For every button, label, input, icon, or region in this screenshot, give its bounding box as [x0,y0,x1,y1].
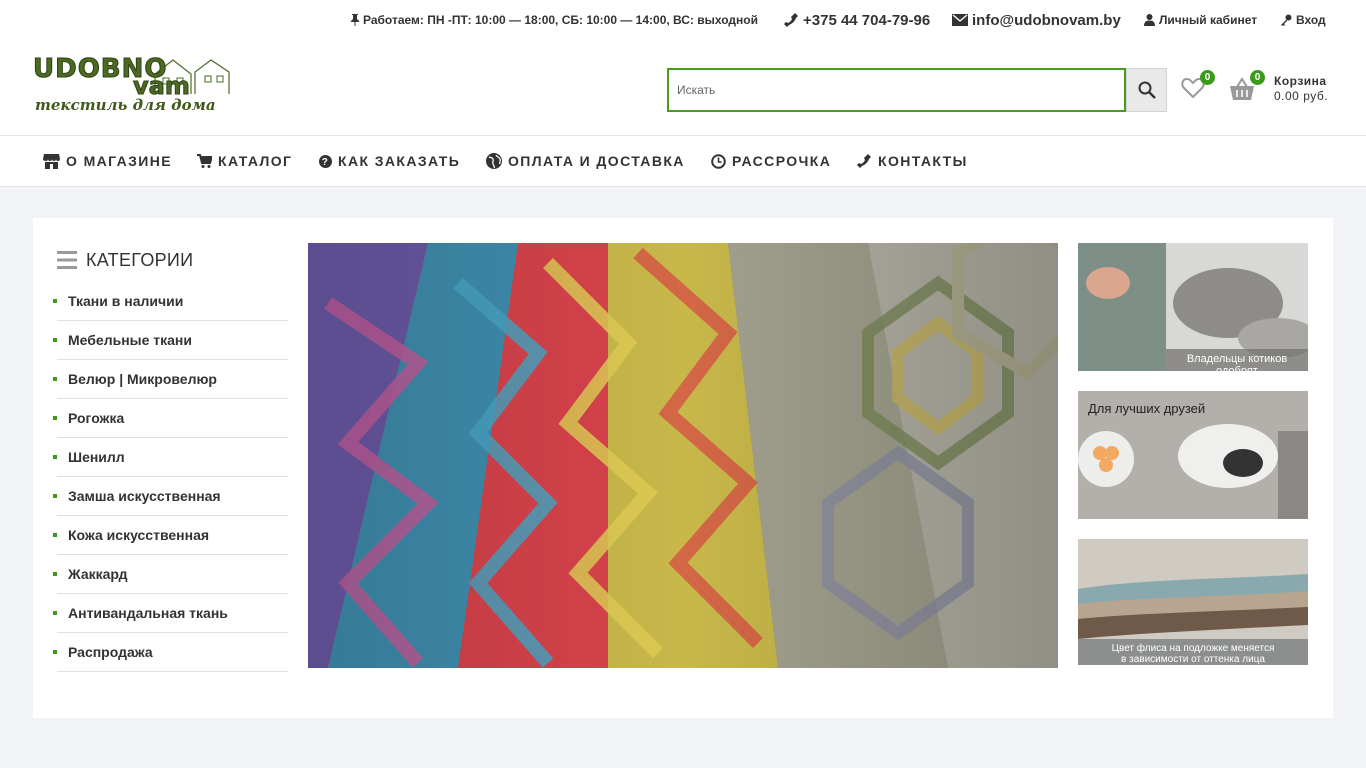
question-icon: ? [319,154,332,168]
bullet [53,533,57,537]
search-input[interactable] [667,68,1126,112]
categories-title: КАТЕГОРИИ [57,245,288,275]
side-banner-fleece[interactable]: Цвет флиса на подложке меняется в зависи… [1078,539,1308,665]
side-banner-caption: Цвет флиса на подложке меняется в зависи… [1111,643,1275,665]
user-icon [1144,14,1155,26]
bullet [53,338,57,342]
nav-payment-delivery[interactable]: ОПЛАТА И ДОСТАВКА [486,136,685,186]
wishlist-count-badge: 0 [1200,70,1215,85]
email-link[interactable]: info@udobnovam.by [952,0,1121,40]
bullet [53,299,57,303]
nav-catalog[interactable]: КАТАЛОГ [197,136,292,186]
side-banner-cats[interactable]: Владельцы котиков одобрят [1078,243,1308,371]
side-banner-caption: Владельцы котиков одобрят [1186,353,1288,371]
envelope-icon [952,14,968,26]
category-item[interactable]: Шенилл [53,438,288,477]
cart-button[interactable]: 0 [1229,70,1265,103]
key-icon [1281,14,1292,26]
category-item[interactable]: Велюр | Микровелюр [53,360,288,399]
search-bar [667,68,1167,112]
bullet [53,650,57,654]
nav-how-to-order[interactable]: ? КАК ЗАКАЗАТЬ [319,136,460,186]
phone-icon [857,154,871,168]
cart-total: 0.00 руб. [1274,89,1329,103]
category-item[interactable]: Мебельные ткани [53,321,288,360]
shop-icon [43,153,60,169]
bullet [53,416,57,420]
category-item[interactable]: Ткани в наличии [53,282,288,321]
cart-icon [197,154,212,168]
search-button[interactable] [1126,68,1167,112]
side-banner-caption: Для лучших друзей [1088,401,1206,416]
nav-installment[interactable]: РАССРОЧКА [711,136,831,186]
category-item[interactable]: Рогожка [53,399,288,438]
bullet [53,494,57,498]
personal-cabinet-link[interactable]: Личный кабинет [1144,0,1257,40]
side-banner-friends[interactable]: Для лучших друзей [1078,391,1308,519]
wishlist-button[interactable]: 0 [1181,70,1215,101]
bullet [53,455,57,459]
category-item[interactable]: Кожа искусственная [53,516,288,555]
fabric-photo [308,243,1058,668]
category-item[interactable]: Распродажа [53,633,288,672]
category-item[interactable]: Антивандальная ткань [53,594,288,633]
category-item[interactable]: Замша искусственная [53,477,288,516]
clock-icon [711,153,726,169]
category-item[interactable]: Жаккард [53,555,288,594]
main-banner-image[interactable] [308,243,1058,668]
cat-sofa-photo [1078,243,1308,371]
svg-text:?: ? [322,157,330,168]
phone-link[interactable]: +375 44 704-79-96 [783,0,930,40]
menu-icon [57,251,77,269]
bullet [53,377,57,381]
cart-summary[interactable]: Корзина 0.00 руб. [1274,74,1328,104]
bullet [53,572,57,576]
nav-contacts[interactable]: КОНТАКТЫ [856,136,968,186]
category-list: Ткани в наличии Мебельные ткани Велюр | … [53,282,288,672]
nav-about[interactable]: О МАГАЗИНЕ [43,136,172,186]
pin-icon [351,14,359,26]
working-hours: Работаем: ПН -ПТ: 10:00 — 18:00, СБ: 10:… [351,0,758,40]
categories-sidebar: КАТЕГОРИИ Ткани в наличии Мебельные ткан… [53,243,288,672]
header: UDOBNO vam текстиль для дома 0 0 Корзина… [0,40,1366,136]
cart-label: Корзина [1274,74,1327,88]
search-icon [1138,81,1156,99]
phone-icon [784,13,798,27]
main-nav: О МАГАЗИНЕ КАТАЛОГ ? КАК ЗАКАЗАТЬ ОПЛАТА… [0,136,1366,187]
cart-count-badge: 0 [1250,70,1265,85]
top-bar: Работаем: ПН -ПТ: 10:00 — 18:00, СБ: 10:… [0,0,1366,40]
main-content: КАТЕГОРИИ Ткани в наличии Мебельные ткан… [33,218,1333,718]
login-link[interactable]: Вход [1280,0,1326,40]
globe-icon [486,153,502,169]
site-logo[interactable]: UDOBNO vam текстиль для дома [32,56,233,116]
bullet [53,611,57,615]
